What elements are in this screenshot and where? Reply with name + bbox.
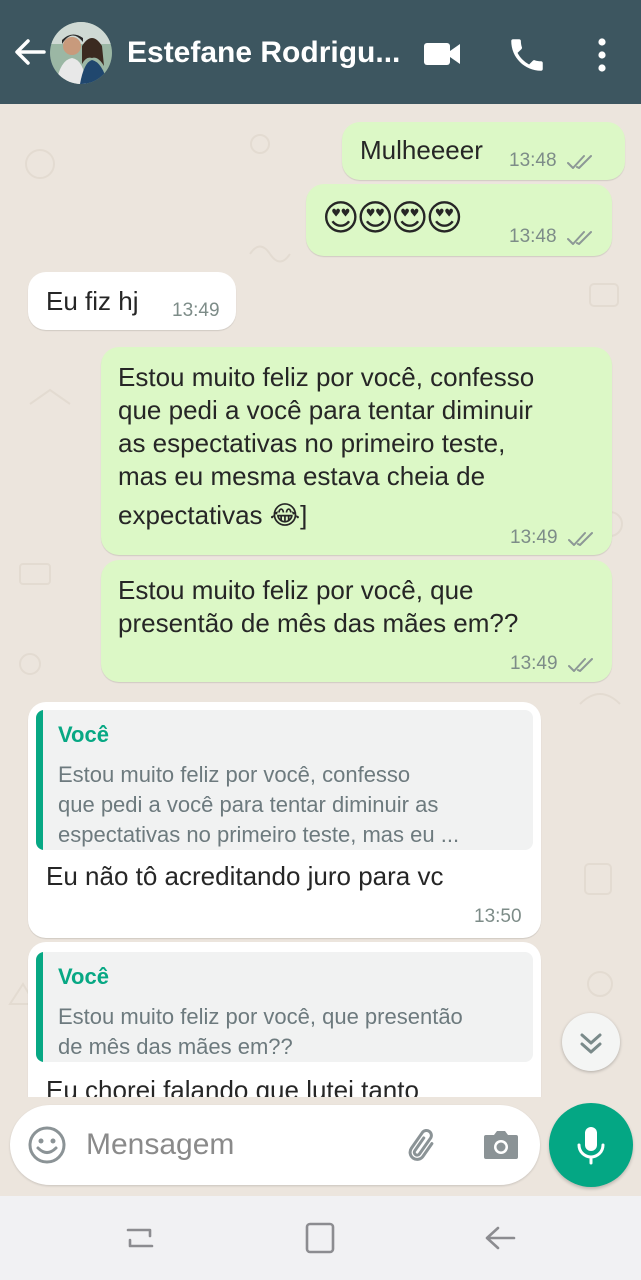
quote-line: que pedi a você para tentar diminuir as — [58, 792, 439, 817]
chat-header: Estefane Rodrigu... — [0, 0, 641, 104]
home-icon[interactable] — [298, 1216, 342, 1260]
message-line: que pedi a você para tentar diminuir — [118, 395, 533, 425]
quote-line: de mês das mães em?? — [58, 1034, 293, 1059]
message-time: 13:48 — [509, 150, 557, 171]
incoming-message[interactable]: Você Estou muito feliz por você, confess… — [28, 702, 541, 938]
quote-author: Você — [58, 722, 109, 747]
paperclip-icon[interactable] — [402, 1123, 446, 1167]
microphone-icon[interactable] — [549, 1103, 633, 1187]
phone-icon[interactable] — [506, 34, 548, 76]
message-time: 13:49 — [510, 653, 558, 674]
incoming-message[interactable]: Você Estou muito feliz por você, que pre… — [28, 942, 541, 1097]
double-check-icon — [568, 532, 593, 546]
message-text: Eu chorei falando que lutei tanto — [46, 1075, 419, 1097]
arrow-left-icon[interactable] — [10, 32, 50, 72]
message-time: 13:50 — [474, 906, 522, 927]
chevron-double-down-icon[interactable] — [562, 1013, 620, 1071]
camera-icon[interactable] — [480, 1125, 522, 1165]
quoted-message[interactable]: Você Estou muito feliz por você, que pre… — [36, 952, 533, 1062]
outgoing-message[interactable]: Estou muito feliz por você, confesso que… — [101, 347, 612, 555]
system-navigation-bar — [0, 1196, 641, 1280]
contact-name[interactable]: Estefane Rodrigu... — [127, 36, 407, 70]
message-line: as espectativas no primeiro teste, — [118, 428, 506, 458]
more-vertical-icon[interactable] — [590, 34, 614, 76]
message-line: Estou muito feliz por você, confesso — [118, 362, 535, 392]
quote-accent-bar — [36, 952, 43, 1062]
message-line: mas eu mesma estava cheia de — [118, 461, 486, 491]
nav-back-icon[interactable] — [478, 1216, 522, 1260]
message-time: 13:49 — [172, 300, 220, 321]
message-text: Eu não tô acreditando juro para vc — [46, 861, 444, 891]
double-check-icon — [568, 658, 593, 672]
message-time: 13:49 — [510, 527, 558, 548]
quote-accent-bar — [36, 710, 43, 850]
message-time: 13:48 — [509, 226, 557, 247]
message-composer — [10, 1105, 540, 1185]
double-check-icon — [567, 231, 592, 245]
message-list[interactable]: Mulheeeer 13:48 😍😍😍😍 13:48 Eu fiz hj 13:… — [0, 104, 641, 1097]
quote-line: Estou muito feliz por você, que presentã… — [58, 1004, 463, 1029]
quote-author: Você — [58, 964, 109, 989]
message-line: Estou muito feliz por você, que — [118, 575, 474, 605]
message-line: presentão de mês das mães em?? — [118, 608, 519, 638]
double-check-icon — [567, 155, 592, 169]
outgoing-message[interactable]: Estou muito feliz por você, que presentã… — [101, 560, 612, 682]
message-line: expectativas 😂] — [118, 500, 308, 530]
quote-line: Estou muito feliz por você, confesso — [58, 762, 411, 787]
emoji-message: 😍😍😍😍 — [322, 197, 463, 238]
video-camera-icon[interactable] — [420, 36, 464, 72]
incoming-message[interactable]: Eu fiz hj 13:49 — [28, 272, 236, 330]
message-text: Mulheeeer — [360, 135, 483, 165]
quoted-message[interactable]: Você Estou muito feliz por você, confess… — [36, 710, 533, 850]
recent-apps-icon[interactable] — [118, 1216, 162, 1260]
message-input[interactable] — [86, 1123, 386, 1167]
message-text: Eu fiz hj — [46, 286, 139, 316]
outgoing-message[interactable]: Mulheeeer 13:48 — [342, 122, 625, 180]
outgoing-message[interactable]: 😍😍😍😍 13:48 — [306, 184, 612, 256]
quote-line: espectativas no primeiro teste, mas eu .… — [58, 822, 460, 847]
emoji-icon[interactable] — [26, 1124, 68, 1166]
contact-avatar[interactable] — [50, 22, 112, 84]
